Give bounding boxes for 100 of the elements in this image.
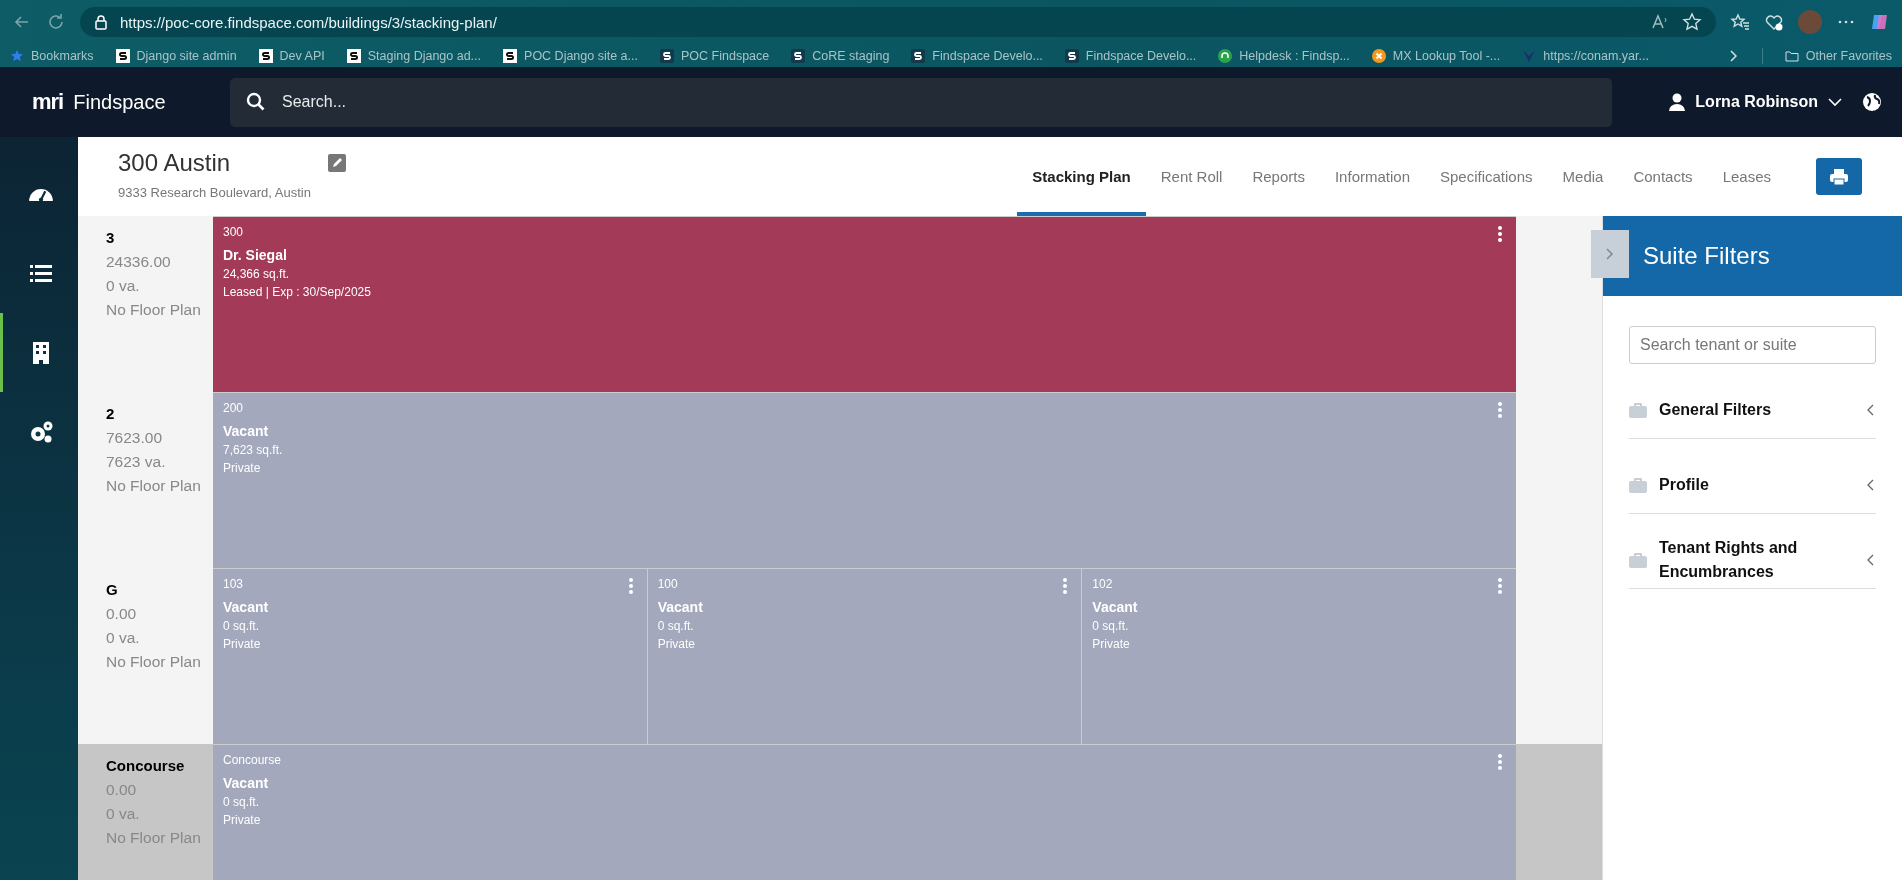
floor-area: 0.00 [106, 602, 213, 626]
tab[interactable]: Media [1547, 141, 1619, 216]
bookmark-link[interactable]: Django site admin [136, 48, 237, 63]
s-logo-icon [346, 48, 361, 63]
lock-icon [94, 14, 108, 30]
bookmark-link[interactable]: CoRE staging [812, 48, 890, 63]
suite-area: 0 sq.ft. [1092, 619, 1129, 633]
bookmark-link[interactable]: POC Django site a... [524, 48, 638, 63]
briefcase-icon [1629, 477, 1647, 493]
search-field[interactable]: Search tenant or suite [1629, 326, 1876, 364]
bookmark-link[interactable]: Helpdesk : Findsp... [1239, 48, 1350, 63]
suite-status: Private [223, 637, 261, 651]
globe-icon[interactable] [1862, 92, 1882, 112]
suite-block[interactable]: 200 Vacant 7,623 sq.ft. Private [213, 393, 1516, 568]
filter-section[interactable]: General Filters [1629, 386, 1876, 439]
refresh-icon[interactable] [46, 12, 66, 32]
building-name: 300 Austin [118, 149, 232, 177]
tab[interactable]: Contacts [1618, 141, 1708, 216]
floor-area: 0.00 [106, 778, 213, 802]
vacant-area: 0 va. [106, 802, 213, 826]
suite-number: 103 [223, 577, 244, 591]
suite-status: Private [223, 461, 261, 475]
s-logo-icon [791, 48, 806, 63]
logo-text: mri [32, 89, 64, 115]
floor-plan-status: No Floor Plan [106, 300, 202, 320]
suite-area: 24,366 sq.ft. [223, 267, 290, 281]
floor-plan-status: No Floor Plan [106, 476, 202, 496]
suite-area: 7,623 sq.ft. [223, 443, 283, 457]
more-icon[interactable] [1498, 226, 1502, 242]
tenant-name: Vacant [223, 423, 269, 439]
vacant-area: 0 va. [106, 626, 213, 650]
suite-number: 200 [223, 401, 244, 415]
tab[interactable]: Leases [1707, 141, 1786, 216]
bookmark-link[interactable]: Bookmarks [31, 48, 94, 63]
suite-block[interactable]: 102 Vacant 0 sq.ft. Private [1081, 569, 1516, 744]
suite-number: Concourse [223, 753, 282, 767]
chevron-logo-icon [1522, 48, 1537, 63]
briefcase-icon [1629, 552, 1647, 568]
building-address: 9333 Research Boulevard, Austin [118, 185, 312, 200]
star-icon[interactable] [1682, 12, 1702, 32]
s-logo-icon [503, 48, 518, 63]
bookmark-link[interactable]: Dev API [279, 48, 325, 63]
floor-plan-status: No Floor Plan [106, 828, 202, 848]
bookmark-link[interactable]: Findspace Develo... [932, 48, 1043, 63]
bookmark-link[interactable]: POC Findspace [681, 48, 770, 63]
star-icon [10, 48, 24, 63]
tenant-name: Vacant [223, 599, 269, 615]
search-icon [246, 91, 266, 112]
tenant-name: Vacant [1092, 599, 1138, 615]
floor-plan-status: No Floor Plan [106, 652, 202, 672]
floor-name: 3 [106, 228, 116, 248]
favorites-icon[interactable] [1730, 12, 1750, 32]
suite-area: 0 sq.ft. [223, 619, 260, 633]
suite-area: 0 sq.ft. [223, 795, 260, 809]
headset-icon [1218, 48, 1233, 63]
tab[interactable]: Information [1319, 141, 1425, 216]
filter-section[interactable]: Profile [1629, 461, 1876, 514]
suite-number: 102 [1092, 577, 1113, 591]
floor-area: 7623.00 [106, 426, 213, 450]
suite-block[interactable]: 103 Vacant 0 sq.ft. Private [213, 569, 647, 744]
bookmark-link[interactable]: Other Favorites [1805, 48, 1892, 63]
filter-section[interactable]: Tenant Rights and Encumbrances [1629, 536, 1876, 589]
bookmark-link[interactable]: MX Lookup Tool -... [1392, 48, 1501, 63]
s-logo-icon [115, 48, 130, 63]
address-bar[interactable]: https://poc-core.findspace.com/buildings/3/stacking-plan/ [80, 7, 1716, 37]
briefcase-icon [1629, 402, 1647, 418]
heart-icon[interactable] [1764, 12, 1784, 32]
chevron-down-icon [1828, 97, 1842, 107]
user-menu[interactable]: Lorna Robinson [1669, 93, 1862, 111]
suite-status: Private [1092, 637, 1130, 651]
folder-icon [1784, 48, 1799, 63]
person-icon [1669, 93, 1686, 111]
print-icon [1829, 167, 1849, 186]
suite-number: 300 [223, 225, 244, 239]
x-logo-icon [1371, 48, 1386, 63]
suite-block[interactable]: 300 Dr. Siegal 24,366 sq.ft. Leased | Exp : 30/Sep/2025 [213, 217, 1516, 392]
bookmark-link[interactable]: Findspace Develo... [1085, 48, 1197, 63]
copilot-icon[interactable] [1870, 12, 1890, 32]
tenant-name: Vacant [657, 599, 703, 615]
edit-icon[interactable] [328, 154, 346, 172]
floor-area: 24336.00 [106, 250, 213, 274]
product-name: Findspace [73, 90, 166, 114]
suite-block[interactable]: Concourse Vacant 0 sq.ft. Private [213, 745, 1516, 880]
tab[interactable]: Reports [1237, 141, 1320, 216]
panel-title: Suite Filters [1603, 216, 1902, 296]
suite-block[interactable]: 100 Vacant 0 sq.ft. Private [646, 569, 1082, 744]
suite-area: 0 sq.ft. [657, 619, 694, 633]
tab[interactable]: Specifications [1425, 141, 1548, 216]
print-button[interactable] [1816, 158, 1862, 195]
bookmark-link[interactable]: Staging Django ad... [367, 48, 482, 63]
s-logo-icon [1064, 48, 1079, 63]
suite-status: Private [657, 637, 696, 651]
bookmark-link[interactable]: https://conam.yar... [1543, 48, 1649, 63]
floor-name: Concourse [106, 756, 186, 776]
search-field[interactable]: Search... [230, 77, 1612, 127]
vacant-area: 7623 va. [106, 450, 213, 474]
s-logo-icon [660, 48, 674, 63]
tenant-name: Dr. Siegal [223, 247, 287, 263]
tab[interactable]: Rent Roll [1145, 141, 1238, 216]
floor-name: G [106, 580, 119, 600]
